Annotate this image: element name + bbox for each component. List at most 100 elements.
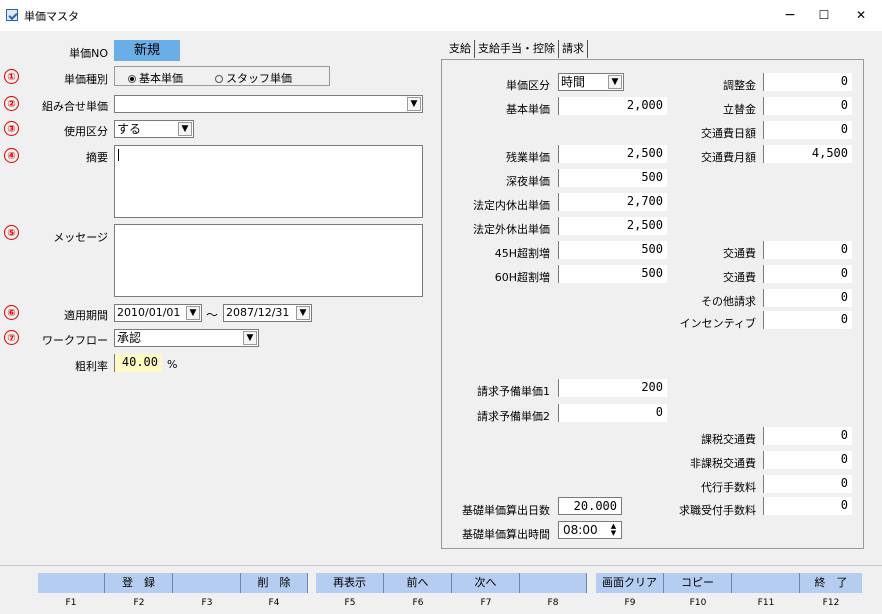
chevron-down-icon[interactable]: ▼ [178,122,192,136]
hoteinai-input[interactable]: 2,700 [558,193,667,211]
radio-basic[interactable]: 基本単価 [128,70,183,86]
koutsu-day-input[interactable]: 0 [763,121,852,139]
use-select[interactable]: する ▼ [114,120,194,138]
fkey-f4-delete[interactable]: 削 除 [241,573,308,593]
message-textarea[interactable] [114,224,423,297]
hoteigai-label: 法定外休出単価 [473,223,550,236]
marker-2: ② [4,96,19,111]
shinya-label: 深夜単価 [506,175,550,188]
koutsu-month-input[interactable]: 4,500 [763,145,852,163]
hours-value: 08:00 [563,523,598,537]
daiko-input[interactable]: 0 [763,475,852,493]
summary-label: 摘要 [86,151,108,164]
chevron-down-icon[interactable]: ▼ [608,75,622,89]
marker-3: ③ [4,121,19,136]
days-input[interactable]: 20.000 [558,497,622,515]
title-bar [0,0,882,31]
margin-unit: % [167,358,178,371]
zangyo-input[interactable]: 2,500 [558,145,667,163]
koutsu1-input[interactable]: 0 [763,241,852,259]
period-from-picker[interactable]: 2010/01/01 ▼ [114,304,202,322]
marker-5: ⑤ [4,225,19,240]
fkey-f8[interactable] [520,573,587,593]
shinya-input[interactable]: 500 [558,169,667,187]
fkey-label-f9: F9 [624,598,636,608]
hours-input[interactable]: 08:00 ▲ ▼ [558,521,622,539]
fkey-label-f1: F1 [65,598,77,608]
fkey-f11[interactable] [732,573,800,593]
period-to-picker[interactable]: 2087/12/31 ▼ [223,304,312,322]
close-button[interactable]: ✕ [838,0,882,31]
zangyo-label: 残業単価 [506,151,550,164]
koutsu2-label: 交通費 [723,271,756,284]
window-title: 単価マスタ [24,10,79,23]
fkey-f9-clear[interactable]: 画面クリア [596,573,664,593]
chevron-down-icon[interactable]: ▼ [407,97,421,111]
divider [0,565,882,566]
text-cursor [118,149,119,161]
kazei-input[interactable]: 0 [763,427,852,445]
period-to-value: 2087/12/31 [226,306,290,319]
incentive-input[interactable]: 0 [763,311,852,329]
tab-shikyu[interactable]: 支給 [446,40,475,58]
chosei-input[interactable]: 0 [763,73,852,91]
koutsu1-label: 交通費 [723,247,756,260]
tanka-no-label: 単価NO [69,47,108,60]
hikazei-input[interactable]: 0 [763,451,852,469]
yobi2-input[interactable]: 0 [558,404,667,422]
kazei-label: 課税交通費 [701,433,756,446]
days-label: 基礎単価算出日数 [462,504,550,517]
tab-seikyu[interactable]: 請求 [559,40,588,58]
fkey-f5-refresh[interactable]: 再表示 [316,573,384,593]
fkey-f1[interactable] [38,573,105,593]
hoteinai-label: 法定内休出単価 [473,199,550,212]
fkey-f10-copy[interactable]: コピー [664,573,732,593]
kihon-input[interactable]: 2,000 [558,97,667,115]
fkey-f6-prev[interactable]: 前へ [384,573,452,593]
daiko-label: 代行手数料 [701,481,756,494]
fkey-label-f8: F8 [547,598,559,608]
other-label: その他請求 [701,295,756,308]
hours-label: 基礎単価算出時間 [462,528,550,541]
workflow-select[interactable]: 承認 ▼ [114,329,259,347]
h60-input[interactable]: 500 [558,265,667,283]
kyushoku-input[interactable]: 0 [763,497,852,515]
yobi1-input[interactable]: 200 [558,379,667,397]
chevron-down-icon[interactable]: ▼ [186,306,200,320]
spinner-icon[interactable]: ▲ ▼ [607,523,620,537]
chevron-down-icon[interactable]: ▼ [243,331,257,345]
type-label: 単価種別 [64,73,108,86]
fkey-gap [308,573,316,593]
tab-teate[interactable]: 支給手当・控除 [475,40,559,58]
fkey-label-f5: F5 [344,598,356,608]
marker-6: ⑥ [4,305,19,320]
marker-1: ① [4,69,19,84]
yobi2-label: 請求予備単価2 [477,410,550,423]
fkey-f7-next[interactable]: 次へ [452,573,520,593]
combo-select[interactable]: ▼ [114,95,423,113]
h45-input[interactable]: 500 [558,241,667,259]
margin-label: 粗利率 [75,360,108,373]
radio-basic-dot[interactable] [128,75,136,83]
radio-staff-dot[interactable] [215,75,223,83]
fkey-label-f6: F6 [412,598,424,608]
fkey-label-f10: F10 [689,598,707,608]
fkey-label-f3: F3 [201,598,213,608]
period-from-value: 2010/01/01 [117,306,181,319]
incentive-label: インセンティブ [679,317,756,330]
hikazei-label: 非課税交通費 [690,457,756,470]
koutsu-day-label: 交通費日額 [701,127,756,140]
summary-textarea[interactable] [114,145,423,218]
margin-input[interactable]: 40.00 [114,354,162,372]
hoteigai-input[interactable]: 2,500 [558,217,667,235]
radio-staff[interactable]: スタッフ単価 [215,70,292,86]
tatekae-input[interactable]: 0 [763,97,852,115]
chevron-down-icon[interactable]: ▼ [296,306,310,320]
kubun-select[interactable]: 時間 ▼ [558,73,624,91]
fkey-f2-register[interactable]: 登 録 [105,573,173,593]
fkey-f3[interactable] [173,573,241,593]
other-input[interactable]: 0 [763,289,852,307]
koutsu2-input[interactable]: 0 [763,265,852,283]
fkey-f12-exit[interactable]: 終 了 [800,573,862,593]
marker-7: ⑦ [4,330,19,345]
